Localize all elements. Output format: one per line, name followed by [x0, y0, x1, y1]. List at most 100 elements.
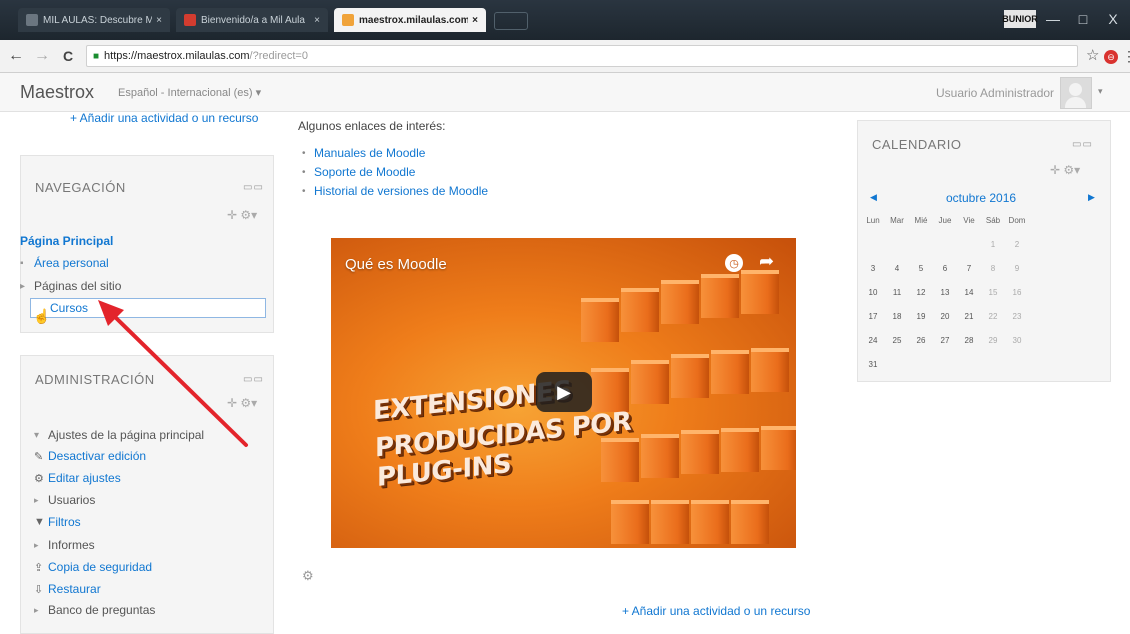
- weekday-label: Mié: [914, 215, 928, 225]
- window-user-badge[interactable]: BUNIOR: [1002, 10, 1038, 28]
- admin-item-usuarios[interactable]: ▸ Usuarios: [34, 493, 95, 507]
- admin-item-banco-preguntas[interactable]: ▸ Banco de preguntas: [34, 603, 155, 617]
- weekday-label: Mar: [890, 215, 904, 225]
- nav-home-link[interactable]: Página Principal: [20, 234, 113, 248]
- admin-item-filtros[interactable]: ▼ Filtros: [34, 515, 81, 529]
- tab-label: MIL AULAS: Descubre Mi: [43, 14, 153, 26]
- minimize-button[interactable]: —: [1042, 8, 1064, 30]
- bullet-icon: ▪: [20, 257, 24, 269]
- browser-tab-bar: MIL AULAS: Descubre Mi × Bienvenido/a a …: [0, 0, 1130, 40]
- gear-icon[interactable]: ⚙: [302, 568, 314, 584]
- admin-item-label: Copia de seguridad: [48, 560, 153, 574]
- tab-close-icon[interactable]: ×: [472, 15, 478, 26]
- calendar-day: 30: [1012, 335, 1022, 345]
- backup-icon: ⇪: [34, 561, 44, 574]
- calendar-day: 22: [988, 311, 998, 321]
- nav-item-label: Cursos: [50, 301, 89, 315]
- calendar-grid: Lun Mar Mié Jue Vie Sáb Dom 1 2 3 4 5 6 …: [862, 208, 1102, 376]
- video-title[interactable]: Qué es Moodle: [345, 256, 447, 273]
- tab-label: Bienvenido/a a Mil Aula: [201, 14, 305, 26]
- user-name[interactable]: Usuario Administrador: [936, 86, 1054, 100]
- admin-item-desactivar-edicion[interactable]: ✎ Desactivar edición: [34, 449, 146, 463]
- calendar-day: 7: [966, 263, 972, 273]
- nav-item-paginas-sitio[interactable]: ▸ Páginas del sitio: [20, 279, 121, 293]
- new-tab-button[interactable]: [494, 12, 528, 30]
- nav-item-area-personal[interactable]: ▪ Área personal: [20, 256, 109, 270]
- calendar-day: 25: [892, 335, 902, 345]
- browser-tab-maestrox[interactable]: maestrox.milaulas.com ×: [334, 8, 486, 32]
- gear-icon: ⚙: [34, 472, 44, 485]
- admin-section-front-settings[interactable]: ▾ Ajustes de la página principal: [34, 428, 204, 442]
- browser-menu-icon[interactable]: ⋮: [1122, 48, 1130, 65]
- tab-close-icon[interactable]: ×: [314, 15, 320, 26]
- calendar-day: 20: [940, 311, 950, 321]
- video-cube: [691, 500, 729, 544]
- block-actions-gear-icon[interactable]: ✛ ⚙▾: [227, 208, 257, 222]
- calendar-week-row: 3 4 5 6 7 8 9: [862, 256, 1102, 280]
- forward-button[interactable]: →: [32, 46, 52, 66]
- embedded-video-player[interactable]: Qué es Moodle ◷ ➦ EXTENSIONES PRODUCIDAS…: [331, 238, 796, 548]
- admin-item-copia-seguridad[interactable]: ⇪ Copia de seguridad: [34, 560, 152, 574]
- play-button[interactable]: ▶: [536, 372, 592, 412]
- link-soporte-moodle[interactable]: • Soporte de Moodle: [302, 165, 415, 179]
- block-actions-gear-icon[interactable]: ✛ ⚙▾: [227, 396, 257, 410]
- link-manuales-moodle[interactable]: • Manuales de Moodle: [302, 146, 425, 160]
- video-cube: [641, 434, 679, 478]
- moodle-favicon-icon: [342, 14, 354, 26]
- calendar-week-row: 10 11 12 13 14 15 16: [862, 280, 1102, 304]
- admin-item-informes[interactable]: ▸ Informes: [34, 538, 95, 552]
- extension-icon[interactable]: ⊖: [1104, 50, 1118, 64]
- browser-tab-bienvenido[interactable]: Bienvenido/a a Mil Aula ×: [176, 8, 328, 32]
- dock-block-icon[interactable]: ▭▭: [243, 374, 264, 385]
- link-label: Soporte de Moodle: [314, 165, 416, 179]
- calendar-day: 11: [892, 287, 902, 297]
- admin-item-restaurar[interactable]: ⇩ Restaurar: [34, 582, 101, 596]
- video-cube: [751, 348, 789, 392]
- tab-favicon-icon: [26, 14, 38, 26]
- back-button[interactable]: ←: [6, 46, 26, 66]
- nav-item-label: Área personal: [34, 256, 109, 270]
- admin-section-label: Ajustes de la página principal: [48, 428, 205, 442]
- calendar-day: 31: [868, 359, 878, 369]
- calendar-day: 1: [990, 239, 996, 249]
- site-brand[interactable]: Maestrox: [20, 82, 94, 103]
- video-cube: [631, 360, 669, 404]
- expand-arrow-icon: ▸: [20, 280, 26, 292]
- tab-close-icon[interactable]: ×: [156, 15, 162, 26]
- next-month-arrow-icon[interactable]: ▶: [1088, 192, 1095, 203]
- tab-label: maestrox.milaulas.com: [359, 14, 469, 26]
- add-activity-link-top[interactable]: + Añadir una actividad o un recurso: [70, 111, 258, 125]
- close-window-button[interactable]: X: [1102, 8, 1124, 30]
- user-avatar[interactable]: [1060, 77, 1092, 109]
- link-historial-versiones[interactable]: • Historial de versiones de Moodle: [302, 184, 488, 198]
- video-cube: [681, 430, 719, 474]
- add-activity-link[interactable]: + Añadir una actividad o un recurso: [622, 604, 810, 618]
- bullet-icon: •: [302, 166, 306, 178]
- calendar-week-row: 24 25 26 27 28 29 30: [862, 328, 1102, 352]
- prev-month-arrow-icon[interactable]: ◀: [870, 192, 877, 203]
- dock-block-icon[interactable]: ▭▭: [243, 182, 264, 193]
- browser-tab-milaulas[interactable]: MIL AULAS: Descubre Mi ×: [18, 8, 170, 32]
- dock-block-icon[interactable]: ▭▭: [1072, 139, 1093, 150]
- url-input[interactable]: ■ https://maestrox.milaulas.com /?redire…: [86, 45, 1078, 67]
- language-selector[interactable]: Español - Internacional (es) ▾: [118, 86, 261, 99]
- video-cube: [601, 438, 639, 482]
- maximize-button[interactable]: □: [1072, 8, 1094, 30]
- bullet-icon: •: [302, 185, 306, 197]
- bookmark-star-icon[interactable]: ☆: [1086, 46, 1099, 64]
- reload-button[interactable]: C: [58, 46, 78, 66]
- calendar-week-row: 17 18 19 20 21 22 23: [862, 304, 1102, 328]
- share-icon[interactable]: ➦: [759, 251, 774, 272]
- admin-item-label: Informes: [48, 538, 95, 552]
- gmail-favicon-icon: [184, 14, 196, 26]
- calendar-day: 24: [868, 335, 878, 345]
- video-cube: [671, 354, 709, 398]
- video-cube: [761, 426, 796, 470]
- user-menu-caret-icon[interactable]: ▾: [1098, 86, 1103, 97]
- video-cube: [651, 500, 689, 544]
- watch-later-icon[interactable]: ◷: [725, 254, 743, 272]
- calendar-day: 26: [916, 335, 926, 345]
- admin-item-editar-ajustes[interactable]: ⚙ Editar ajustes: [34, 471, 121, 485]
- calendar-month-link[interactable]: octubre 2016: [946, 191, 1016, 205]
- block-actions-gear-icon[interactable]: ✛ ⚙▾: [1050, 163, 1080, 177]
